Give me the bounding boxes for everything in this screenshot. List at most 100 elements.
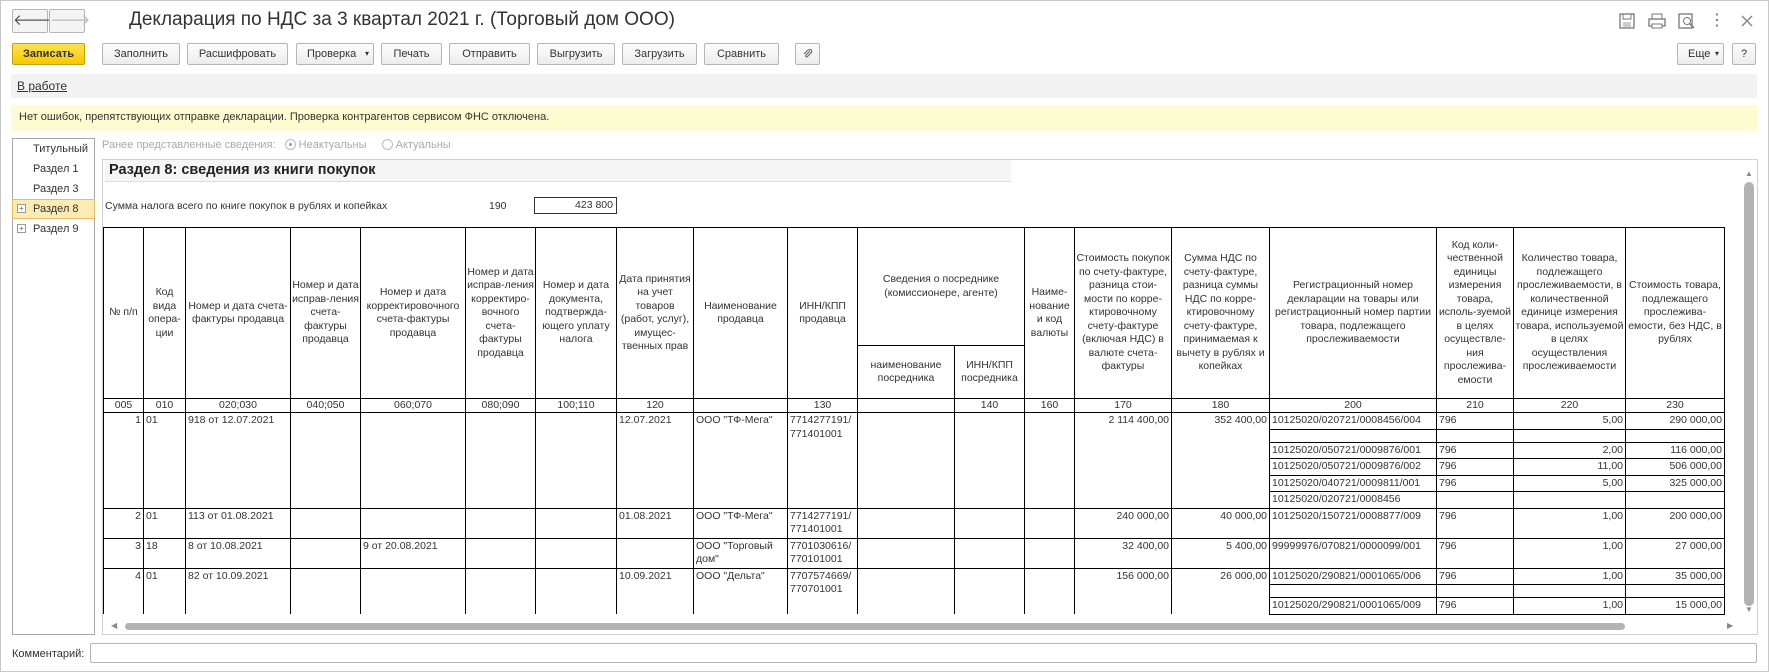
cell-reg-number[interactable]: 10125020/040721/0009811/001 (1269, 475, 1437, 492)
cell-unit-code[interactable]: 796 (1436, 597, 1514, 615)
cell-trace-cost[interactable]: 35 000,00 (1625, 567, 1725, 585)
cell-invoice[interactable]: 82 от 10.09.2021 (185, 567, 291, 614)
cell-reg-number[interactable]: 10125020/020721/0008456/004 (1269, 412, 1437, 430)
attach-button[interactable] (795, 43, 820, 65)
cell-intermediary-inn[interactable] (954, 537, 1025, 568)
cell-intermediary-name[interactable] (857, 507, 955, 538)
horizontal-scroll-thumb[interactable] (125, 623, 1625, 630)
cell-cost[interactable]: 240 000,00 (1074, 507, 1172, 538)
cell-currency[interactable] (1024, 567, 1075, 614)
cell-reg-number[interactable]: 10125020/050721/0009876/002 (1269, 458, 1437, 476)
cell-quantity[interactable]: 1,00 (1513, 567, 1626, 585)
nav-item-section-3[interactable]: Раздел 3 (13, 180, 94, 198)
scroll-down-icon[interactable]: ▼ (1745, 605, 1753, 614)
cell-currency[interactable] (1024, 412, 1075, 508)
cell-quantity[interactable]: 1,00 (1513, 507, 1626, 538)
cell-quantity[interactable]: 5,00 (1513, 475, 1626, 492)
cell-corr-invoice[interactable] (360, 507, 466, 538)
cell-quantity[interactable] (1513, 429, 1626, 443)
cell-trace-cost[interactable] (1625, 429, 1725, 443)
cell-reg-number[interactable]: 10125020/290821/0001065/009 (1269, 597, 1437, 615)
send-button[interactable]: Отправить (449, 43, 530, 65)
cell-currency[interactable] (1024, 507, 1075, 538)
cell-op-code[interactable]: 01 (143, 567, 186, 614)
cell-reg-number[interactable] (1269, 429, 1437, 443)
table-row[interactable]: 2 01 113 от 01.08.2021 01.08.2021 ООО "Т… (103, 507, 1725, 538)
expand-icon[interactable]: + (17, 224, 26, 233)
cell-quantity[interactable] (1513, 491, 1626, 508)
preview-icon[interactable] (1678, 13, 1696, 29)
print-button[interactable]: Печать (381, 43, 442, 65)
cell-unit-code[interactable]: 796 (1436, 567, 1514, 585)
table-row[interactable]: 4 01 82 от 10.09.2021 10.09.2021 ООО "Де… (103, 567, 1725, 614)
cell-quantity[interactable]: 1,00 (1513, 537, 1626, 568)
cell-intermediary-inn[interactable] (954, 412, 1025, 508)
cell-reg-number[interactable]: 10125020/150721/0008877/009 (1269, 507, 1437, 538)
cell-trace-cost[interactable]: 27 000,00 (1625, 537, 1725, 568)
cell-trace-cost[interactable] (1625, 491, 1725, 508)
decode-button[interactable]: Расшифровать (187, 43, 288, 65)
cell-unit-code[interactable]: 796 (1436, 442, 1514, 459)
import-button[interactable]: Загрузить (622, 43, 697, 65)
cell-corr-invoice[interactable]: 9 от 20.08.2021 (360, 537, 466, 568)
cell-payment-doc[interactable] (535, 412, 617, 508)
cell-cost[interactable]: 156 000,00 (1074, 567, 1172, 614)
cell-corr-invoice-fix[interactable] (465, 537, 536, 568)
scroll-right-icon[interactable]: ▶ (1727, 621, 1733, 630)
cell-num[interactable]: 4 (103, 567, 144, 614)
help-button[interactable]: ? (1732, 43, 1756, 65)
cell-seller-inn[interactable]: 7714277191/771401001 (787, 507, 858, 538)
cell-quantity[interactable]: 2,00 (1513, 442, 1626, 459)
cell-seller-inn[interactable]: 7707574669/770701001 (787, 567, 858, 614)
cell-unit-code[interactable] (1436, 429, 1514, 443)
cell-num[interactable]: 1 (103, 412, 144, 508)
cell-op-code[interactable]: 01 (143, 507, 186, 538)
more-menu-icon[interactable]: ⋮ (1708, 10, 1726, 30)
cell-corr-invoice[interactable] (360, 412, 466, 508)
nav-item-section-1[interactable]: Раздел 1 (13, 160, 94, 178)
cell-seller[interactable]: ООО "Торговый дом" (693, 537, 788, 568)
more-button[interactable]: Еще ▾ (1677, 43, 1724, 65)
close-icon[interactable] (1738, 13, 1756, 29)
cell-payment-doc[interactable] (535, 537, 617, 568)
cell-quantity[interactable]: 5,00 (1513, 412, 1626, 430)
cell-reg-number[interactable] (1269, 584, 1437, 598)
table-row[interactable]: 1 01 918 от 12.07.2021 12.07.2021 ООО "Т… (103, 412, 1725, 508)
cell-cost[interactable]: 32 400,00 (1074, 537, 1172, 568)
cell-accept-date[interactable]: 01.08.2021 (616, 507, 694, 538)
cell-payment-doc[interactable] (535, 567, 617, 614)
status-link[interactable]: В работе (17, 79, 67, 93)
cell-trace-cost[interactable]: 15 000,00 (1625, 597, 1725, 615)
radio-outdated[interactable] (284, 139, 296, 150)
vertical-scroll-thumb[interactable] (1744, 182, 1754, 606)
check-dropdown-button[interactable]: Проверка ▾ (296, 43, 374, 65)
cell-trace-cost[interactable]: 200 000,00 (1625, 507, 1725, 538)
cell-vat[interactable]: 40 000,00 (1171, 507, 1270, 538)
cell-unit-code[interactable] (1436, 491, 1514, 508)
cell-reg-number[interactable]: 10125020/290821/0001065/006 (1269, 567, 1437, 585)
scroll-up-icon[interactable]: ▲ (1745, 169, 1753, 178)
cell-accept-date[interactable]: 12.07.2021 (616, 412, 694, 508)
cell-unit-code[interactable]: 796 (1436, 507, 1514, 538)
nav-item-section-8[interactable]: + Раздел 8 (12, 199, 95, 219)
expand-icon[interactable]: + (17, 204, 26, 213)
nav-item-title[interactable]: Титульный (13, 140, 94, 158)
cell-num[interactable]: 2 (103, 507, 144, 538)
save-button[interactable]: Записать (12, 43, 85, 65)
radio-actual[interactable] (381, 139, 393, 150)
cell-invoice-fix[interactable] (290, 537, 361, 568)
cell-trace-cost[interactable]: 290 000,00 (1625, 412, 1725, 430)
table-row[interactable]: 3 18 8 от 10.08.2021 9 от 20.08.2021 ООО… (103, 537, 1725, 568)
cell-invoice[interactable]: 8 от 10.08.2021 (185, 537, 291, 568)
export-button[interactable]: Выгрузить (537, 43, 615, 65)
cell-intermediary-inn[interactable] (954, 507, 1025, 538)
cell-op-code[interactable]: 18 (143, 537, 186, 568)
print-icon[interactable] (1648, 13, 1666, 29)
cell-currency[interactable] (1024, 537, 1075, 568)
cell-invoice-fix[interactable] (290, 567, 361, 614)
cell-quantity[interactable]: 11,00 (1513, 458, 1626, 476)
cell-trace-cost[interactable]: 506 000,00 (1625, 458, 1725, 476)
cell-trace-cost[interactable]: 325 000,00 (1625, 475, 1725, 492)
cell-invoice[interactable]: 113 от 01.08.2021 (185, 507, 291, 538)
cell-trace-cost[interactable] (1625, 584, 1725, 598)
